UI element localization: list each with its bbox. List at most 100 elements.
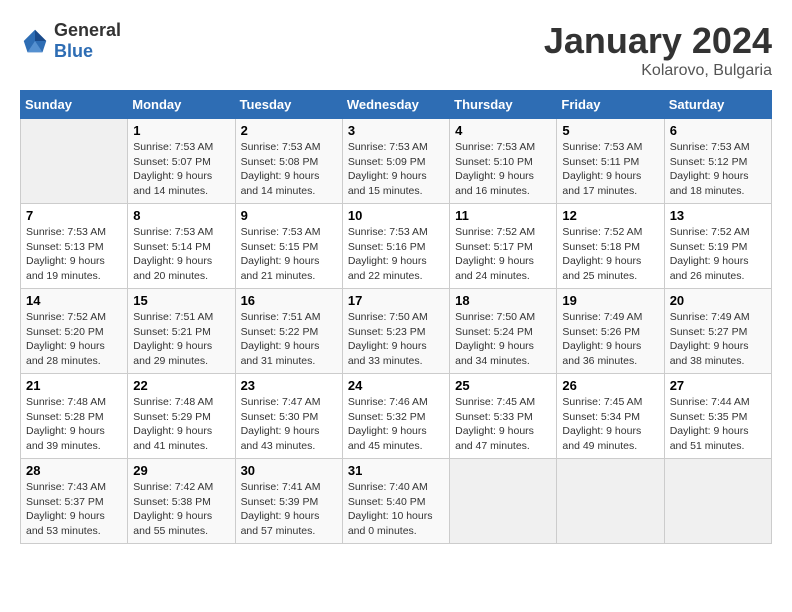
day-info: Sunrise: 7:53 AMSunset: 5:08 PMDaylight:… [241,140,337,199]
day-info: Sunrise: 7:52 AMSunset: 5:19 PMDaylight:… [670,225,766,284]
calendar-cell: 7Sunrise: 7:53 AMSunset: 5:13 PMDaylight… [21,204,128,289]
day-number: 24 [348,378,444,393]
day-info: Sunrise: 7:42 AMSunset: 5:38 PMDaylight:… [133,480,229,539]
day-number: 25 [455,378,551,393]
calendar-cell: 21 Sunrise: 7:48 AMSunset: 5:28 PMDayligh… [21,374,128,459]
day-number: 30 [241,463,337,478]
calendar-cell: 4Sunrise: 7:53 AMSunset: 5:10 PMDaylight… [450,119,557,204]
day-number: 8 [133,208,229,223]
day-info: Sunrise: 7:53 AMSunset: 5:09 PMDaylight:… [348,140,444,199]
day-number: 19 [562,293,658,308]
day-number: 18 [455,293,551,308]
day-number: 4 [455,123,551,138]
calendar-cell: 13 Sunrise: 7:52 AMSunset: 5:19 PMDayligh… [664,204,771,289]
weekday-header: Friday [557,91,664,119]
calendar-cell: 15 Sunrise: 7:51 AMSunset: 5:21 PMDayligh… [128,289,235,374]
calendar-week-row: 21 Sunrise: 7:48 AMSunset: 5:28 PMDayligh… [21,374,772,459]
day-info: Sunrise: 7:46 AMSunset: 5:32 PMDaylight:… [348,395,444,454]
day-info: Sunrise: 7:41 AMSunset: 5:39 PMDaylight:… [241,480,337,539]
day-info: Sunrise: 7:52 AMSunset: 5:17 PMDaylight:… [455,225,551,284]
day-info: Sunrise: 7:51 AMSunset: 5:22 PMDaylight:… [241,310,337,369]
weekday-header: Monday [128,91,235,119]
calendar-cell: 14Sunrise: 7:52 AMSunset: 5:20 PMDayligh… [21,289,128,374]
day-info: Sunrise: 7:53 AMSunset: 5:11 PMDaylight:… [562,140,658,199]
day-number: 26 [562,378,658,393]
calendar-cell: 27 Sunrise: 7:44 AMSunset: 5:35 PMDayligh… [664,374,771,459]
calendar-cell [21,119,128,204]
logo: General Blue [20,20,121,62]
logo-blue: Blue [54,41,93,61]
day-info: Sunrise: 7:50 AMSunset: 5:24 PMDaylight:… [455,310,551,369]
calendar-cell: 30 Sunrise: 7:41 AMSunset: 5:39 PMDayligh… [235,459,342,544]
calendar-cell: 16 Sunrise: 7:51 AMSunset: 5:22 PMDayligh… [235,289,342,374]
day-info: Sunrise: 7:48 AMSunset: 5:28 PMDaylight:… [26,395,122,454]
calendar-cell: 5 Sunrise: 7:53 AMSunset: 5:11 PMDaylight… [557,119,664,204]
day-number: 7 [26,208,122,223]
day-info: Sunrise: 7:48 AMSunset: 5:29 PMDaylight:… [133,395,229,454]
day-info: Sunrise: 7:45 AMSunset: 5:34 PMDaylight:… [562,395,658,454]
day-info: Sunrise: 7:53 AMSunset: 5:15 PMDaylight:… [241,225,337,284]
page-header: General Blue January 2024 Kolarovo, Bulg… [20,20,772,80]
day-number: 14 [26,293,122,308]
day-info: Sunrise: 7:40 AMSunset: 5:40 PMDaylight:… [348,480,444,539]
day-number: 17 [348,293,444,308]
calendar-cell: 10 Sunrise: 7:53 AMSunset: 5:16 PMDayligh… [342,204,449,289]
calendar-cell: 6 Sunrise: 7:53 AMSunset: 5:12 PMDaylight… [664,119,771,204]
calendar-cell: 12 Sunrise: 7:52 AMSunset: 5:18 PMDayligh… [557,204,664,289]
day-info: Sunrise: 7:53 AMSunset: 5:16 PMDaylight:… [348,225,444,284]
calendar-cell: 18 Sunrise: 7:50 AMSunset: 5:24 PMDayligh… [450,289,557,374]
calendar-cell: 26 Sunrise: 7:45 AMSunset: 5:34 PMDayligh… [557,374,664,459]
day-number: 13 [670,208,766,223]
weekday-header: Thursday [450,91,557,119]
title-area: January 2024 Kolarovo, Bulgaria [544,20,772,80]
logo-general: General [54,20,121,40]
day-number: 2 [241,123,337,138]
calendar-cell [664,459,771,544]
calendar-cell: 19 Sunrise: 7:49 AMSunset: 5:26 PMDayligh… [557,289,664,374]
day-number: 15 [133,293,229,308]
day-info: Sunrise: 7:53 AMSunset: 5:14 PMDaylight:… [133,225,229,284]
calendar-cell: 25 Sunrise: 7:45 AMSunset: 5:33 PMDayligh… [450,374,557,459]
calendar-cell [450,459,557,544]
day-info: Sunrise: 7:47 AMSunset: 5:30 PMDaylight:… [241,395,337,454]
weekday-header: Sunday [21,91,128,119]
calendar-cell: 9 Sunrise: 7:53 AMSunset: 5:15 PMDaylight… [235,204,342,289]
day-number: 16 [241,293,337,308]
calendar-cell: 29 Sunrise: 7:42 AMSunset: 5:38 PMDayligh… [128,459,235,544]
calendar-cell: 11 Sunrise: 7:52 AMSunset: 5:17 PMDayligh… [450,204,557,289]
day-number: 28 [26,463,122,478]
calendar-cell: 24 Sunrise: 7:46 AMSunset: 5:32 PMDayligh… [342,374,449,459]
day-number: 23 [241,378,337,393]
day-number: 27 [670,378,766,393]
calendar-header: SundayMondayTuesdayWednesdayThursdayFrid… [21,91,772,119]
day-info: Sunrise: 7:44 AMSunset: 5:35 PMDaylight:… [670,395,766,454]
calendar-cell: 20Sunrise: 7:49 AMSunset: 5:27 PMDayligh… [664,289,771,374]
day-info: Sunrise: 7:51 AMSunset: 5:21 PMDaylight:… [133,310,229,369]
day-number: 22 [133,378,229,393]
day-number: 9 [241,208,337,223]
calendar-week-row: 14Sunrise: 7:52 AMSunset: 5:20 PMDayligh… [21,289,772,374]
day-info: Sunrise: 7:52 AMSunset: 5:18 PMDaylight:… [562,225,658,284]
day-number: 31 [348,463,444,478]
day-number: 1 [133,123,229,138]
day-number: 29 [133,463,229,478]
day-info: Sunrise: 7:45 AMSunset: 5:33 PMDaylight:… [455,395,551,454]
weekday-header: Tuesday [235,91,342,119]
day-info: Sunrise: 7:53 AMSunset: 5:12 PMDaylight:… [670,140,766,199]
calendar-table: SundayMondayTuesdayWednesdayThursdayFrid… [20,90,772,544]
calendar-cell: 23 Sunrise: 7:47 AMSunset: 5:30 PMDayligh… [235,374,342,459]
day-number: 12 [562,208,658,223]
day-number: 5 [562,123,658,138]
calendar-cell: 22 Sunrise: 7:48 AMSunset: 5:29 PMDayligh… [128,374,235,459]
weekday-row: SundayMondayTuesdayWednesdayThursdayFrid… [21,91,772,119]
day-info: Sunrise: 7:49 AMSunset: 5:26 PMDaylight:… [562,310,658,369]
day-number: 21 [26,378,122,393]
day-number: 11 [455,208,551,223]
weekday-header: Saturday [664,91,771,119]
day-info: Sunrise: 7:53 AMSunset: 5:07 PMDaylight:… [133,140,229,199]
calendar-body: 1 Sunrise: 7:53 AMSunset: 5:07 PMDaylight… [21,119,772,544]
calendar-cell: 31 Sunrise: 7:40 AMSunset: 5:40 PMDayligh… [342,459,449,544]
day-number: 10 [348,208,444,223]
calendar-cell: 28Sunrise: 7:43 AMSunset: 5:37 PMDayligh… [21,459,128,544]
day-number: 6 [670,123,766,138]
